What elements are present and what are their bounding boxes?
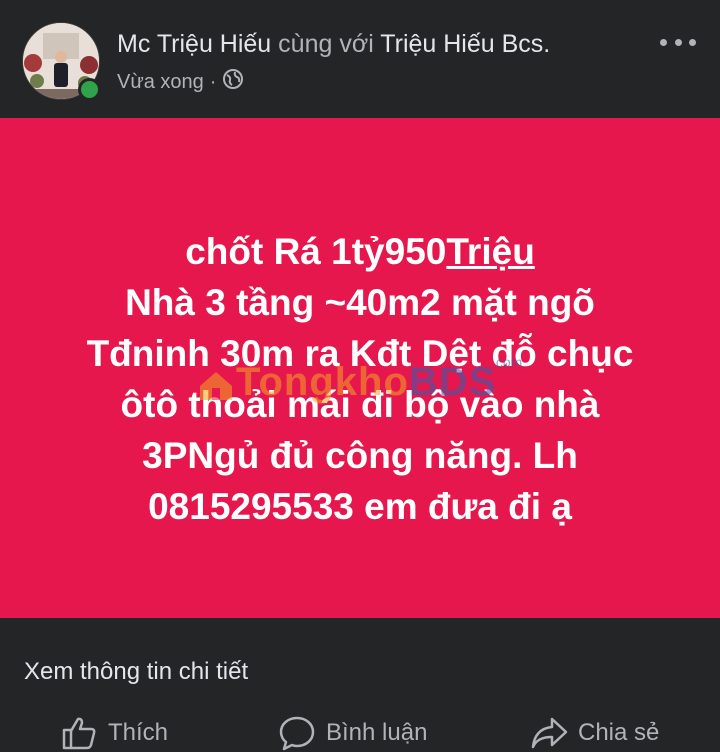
image-line-1: chốt Rá 1tỷ950Triệu: [185, 231, 535, 272]
with-text: cùng với: [278, 30, 374, 58]
share-arrow-icon: [531, 717, 568, 749]
comment-icon: [279, 716, 315, 751]
comment-button[interactable]: Bình luận: [278, 714, 427, 752]
online-status-dot: [78, 78, 101, 101]
author-name[interactable]: Mc Triệu Hiếu: [117, 30, 271, 58]
meta-separator: ·: [209, 70, 217, 93]
share-button[interactable]: Chia sẻ: [530, 714, 659, 752]
watermark-suffix: .com: [492, 354, 523, 370]
details-link[interactable]: Xem thông tin chi tiết: [24, 658, 248, 686]
thumbs-up-icon: [62, 717, 96, 750]
dot: [660, 38, 667, 46]
image-line-6: 0815295533 em đưa đi ạ: [148, 486, 572, 527]
share-label: Chia sẻ: [578, 719, 660, 746]
watermark-logo: TongkhoBDS .com: [196, 354, 556, 414]
post-header: Mc Triệu Hiếu cùng với Triệu Hiếu Bcs. V…: [0, 0, 720, 118]
post-title: Mc Triệu Hiếu cùng với Triệu Hiếu Bcs.: [117, 30, 550, 59]
more-options-button[interactable]: [660, 30, 696, 54]
like-label: Thích: [108, 719, 169, 746]
dot: [674, 38, 682, 46]
post-meta: Vừa xong ·: [117, 68, 244, 96]
watermark-text: TongkhoBDS: [236, 360, 497, 404]
image-line-5: 3PNgủ đủ công năng. Lh: [142, 435, 578, 476]
house-icon: [200, 372, 232, 400]
comment-label: Bình luận: [326, 719, 428, 746]
post-footer: Xem thông tin chi tiết Thích Bình luận C…: [0, 618, 720, 752]
tagged-name[interactable]: Triệu Hiếu Bcs.: [380, 30, 550, 58]
globe-icon: [222, 68, 244, 96]
dot: [689, 38, 696, 46]
action-bar: Thích Bình luận Chia sẻ: [0, 714, 720, 752]
post-time[interactable]: Vừa xong: [117, 71, 204, 94]
like-button[interactable]: Thích: [60, 714, 168, 752]
image-line-2: Nhà 3 tầng ~40m2 mặt ngõ: [125, 282, 595, 323]
post-image[interactable]: chốt Rá 1tỷ950Triệu Nhà 3 tầng ~40m2 mặt…: [0, 118, 720, 618]
